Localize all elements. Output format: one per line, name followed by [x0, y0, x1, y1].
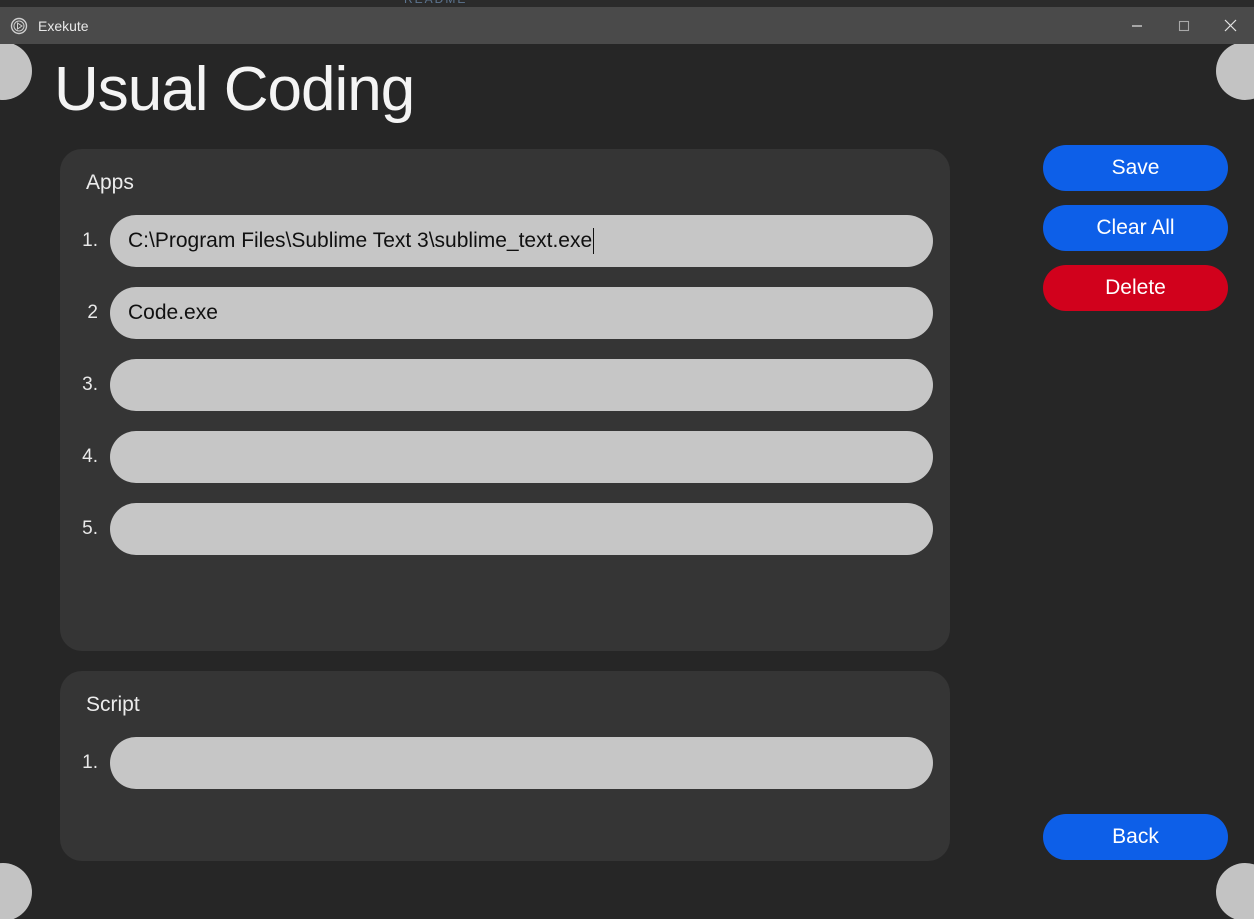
corner-decoration-bottom-left [0, 863, 32, 919]
script-panel: Script 1. [60, 671, 950, 861]
apps-path-input-5[interactable] [110, 503, 933, 555]
apps-row-number: 3. [82, 374, 98, 395]
apps-row-number: 4. [82, 446, 98, 467]
background-window-tab-label: README [404, 0, 467, 6]
apps-row-number: 5. [82, 518, 98, 539]
background-window-sliver: README [0, 0, 1254, 7]
corner-decoration-top-left [0, 44, 32, 100]
window-titlebar: Exekute [0, 7, 1254, 44]
page-body: Usual Coding Apps 1. C:\Program Files\Su… [0, 44, 1254, 919]
corner-decoration-bottom-right [1216, 863, 1254, 919]
apps-row: 3. [60, 359, 950, 411]
apps-path-value-2: Code.exe [128, 301, 218, 324]
apps-row-number: 1. [82, 230, 98, 251]
script-row-list: 1. [60, 737, 950, 789]
minimize-button[interactable] [1113, 7, 1160, 44]
corner-decoration-top-right [1216, 44, 1254, 100]
close-button[interactable] [1207, 7, 1254, 44]
apps-panel: Apps 1. C:\Program Files\Sublime Text 3\… [60, 149, 950, 651]
clear-all-button[interactable]: Clear All [1043, 205, 1228, 251]
maximize-button[interactable] [1160, 7, 1207, 44]
apps-path-value-1: C:\Program Files\Sublime Text 3\sublime_… [128, 229, 593, 252]
page-title: Usual Coding [54, 55, 415, 124]
apps-panel-label: Apps [86, 171, 134, 194]
script-panel-label: Script [86, 693, 140, 716]
apps-row: 2 Code.exe [60, 287, 950, 339]
text-caret [593, 228, 595, 254]
apps-path-input-3[interactable] [110, 359, 933, 411]
apps-path-input-2[interactable]: Code.exe [110, 287, 933, 339]
app-screen: README Exekute [0, 0, 1254, 919]
save-button[interactable]: Save [1043, 145, 1228, 191]
apps-row-number: 2 [87, 302, 98, 323]
delete-button[interactable]: Delete [1043, 265, 1228, 311]
window-controls [1113, 7, 1254, 44]
window-title: Exekute [38, 17, 89, 34]
back-button[interactable]: Back [1043, 814, 1228, 860]
apps-row: 5. [60, 503, 950, 555]
script-row: 1. [60, 737, 950, 789]
play-circle-icon [10, 17, 28, 35]
apps-path-input-1[interactable]: C:\Program Files\Sublime Text 3\sublime_… [110, 215, 933, 267]
script-path-input-1[interactable] [110, 737, 933, 789]
script-row-number: 1. [82, 752, 98, 773]
apps-row: 1. C:\Program Files\Sublime Text 3\subli… [60, 215, 950, 267]
apps-path-input-4[interactable] [110, 431, 933, 483]
apps-row-list: 1. C:\Program Files\Sublime Text 3\subli… [60, 215, 950, 555]
apps-row: 4. [60, 431, 950, 483]
